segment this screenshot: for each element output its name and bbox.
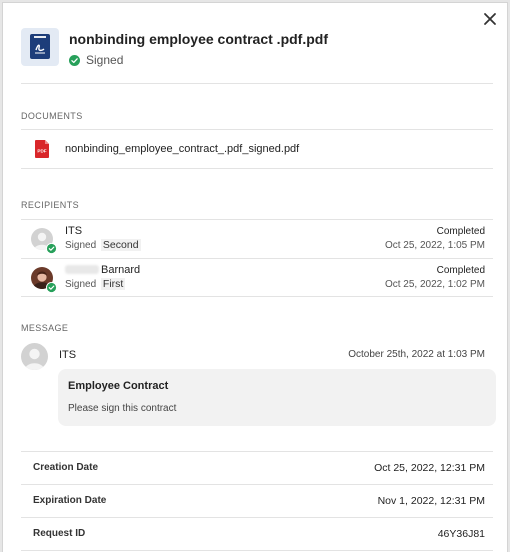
- recipient-action: Signed: [65, 279, 97, 290]
- check-circle-icon: [46, 243, 57, 254]
- close-icon[interactable]: [483, 12, 497, 26]
- recipient-status: Completed Oct 25, 2022, 1:02 PM: [385, 265, 485, 290]
- request-details-panel: nonbinding employee contract .pdf.pdf Si…: [2, 2, 508, 552]
- recipient-row[interactable]: ITS Signed Second Completed Oct 25, 2022…: [21, 220, 493, 258]
- message-sender: ITS: [59, 349, 77, 361]
- signing-order: First: [100, 278, 126, 290]
- detail-label: Expiration Date: [33, 495, 107, 506]
- avatar: [21, 343, 48, 370]
- divider: [21, 550, 493, 551]
- recipient-name: ITS: [65, 225, 83, 237]
- recipient-name: Barnard: [65, 264, 140, 276]
- recipient-state: Completed: [436, 265, 485, 276]
- recipient-role: Signed First: [65, 278, 126, 290]
- status-text: Signed: [86, 53, 124, 67]
- signing-order: Second: [100, 239, 141, 251]
- message-section-label: MESSAGE: [21, 323, 69, 333]
- recipient-action: Signed: [65, 240, 97, 251]
- recipient-status: Completed Oct 25, 2022, 1:05 PM: [385, 226, 485, 251]
- recipients-section-label: RECIPIENTS: [21, 200, 80, 210]
- document-filename: nonbinding_employee_contract_.pdf_signed…: [65, 143, 300, 155]
- recipient-timestamp: Oct 25, 2022, 1:02 PM: [384, 279, 485, 290]
- document-header: nonbinding employee contract .pdf.pdf Si…: [21, 28, 493, 84]
- pdf-file-icon: PDF: [35, 140, 49, 158]
- detail-row-request-id: Request ID 46Y36J81: [21, 517, 493, 549]
- divider: [21, 296, 493, 297]
- recipient-state: Completed: [436, 226, 485, 237]
- recipient-row[interactable]: Barnard Signed First Completed Oct 25, 2…: [21, 259, 493, 297]
- redacted-first-name: [65, 265, 99, 274]
- detail-label: Creation Date: [33, 462, 99, 473]
- detail-value: Nov 1, 2022, 12:31 PM: [377, 494, 485, 507]
- document-title: nonbinding employee contract .pdf.pdf: [69, 31, 328, 47]
- message-bubble: Employee Contract Please sign this contr…: [58, 369, 496, 426]
- detail-value: 46Y36J81: [437, 527, 485, 540]
- detail-row-expiration-date: Expiration Date Nov 1, 2022, 12:31 PM: [21, 484, 493, 516]
- detail-row-creation-date: Creation Date Oct 25, 2022, 12:31 PM: [21, 451, 493, 483]
- check-circle-icon: [46, 282, 57, 293]
- documents-section-label: DOCUMENTS: [21, 111, 83, 121]
- svg-text:PDF: PDF: [37, 149, 46, 154]
- document-list-item[interactable]: PDF nonbinding_employee_contract_.pdf_si…: [21, 130, 493, 168]
- status-badge: Signed: [69, 52, 123, 68]
- divider: [21, 168, 493, 169]
- message-body: Please sign this contract: [68, 403, 177, 414]
- recipient-role: Signed Second: [65, 239, 141, 251]
- detail-label: Request ID: [33, 528, 86, 539]
- recipient-timestamp: Oct 25, 2022, 1:05 PM: [384, 240, 485, 251]
- message-timestamp: October 25th, 2022 at 1:03 PM: [348, 349, 485, 360]
- message-subject: Employee Contract: [68, 380, 169, 392]
- check-circle-icon: [69, 54, 80, 66]
- document-icon: [21, 28, 59, 66]
- detail-value: Oct 25, 2022, 12:31 PM: [374, 461, 485, 474]
